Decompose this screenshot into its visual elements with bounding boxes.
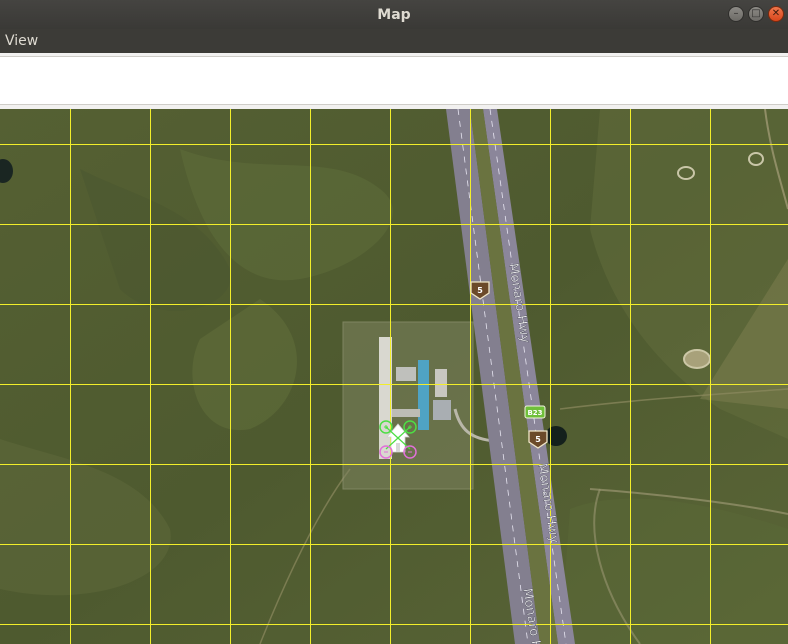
building (435, 369, 447, 397)
maximize-button[interactable]: □ (748, 6, 764, 22)
window-title: Map (377, 6, 411, 23)
window-controls: – □ ✕ (728, 6, 784, 22)
route-badge-label: B23 (527, 409, 542, 417)
menubar: View (0, 29, 788, 53)
building (433, 400, 451, 420)
minimize-icon: – (733, 8, 739, 19)
highway-shield-number: 5 (535, 435, 541, 444)
window-titlebar[interactable]: Map – □ ✕ (0, 0, 788, 29)
toolbar-area (0, 53, 788, 108)
toolbar-panel (0, 56, 788, 105)
hangar-building (418, 360, 429, 430)
airfield-compound (342, 321, 474, 490)
menu-view[interactable]: View (0, 33, 43, 49)
close-icon: ✕ (771, 8, 781, 19)
apron (392, 409, 420, 417)
dam-ring (683, 349, 711, 369)
highway-shield-number: 5 (477, 286, 483, 295)
map-canvas[interactable]: 5 5 B23 Monaro Hwy Monaro Hwy Monaro H (0, 109, 788, 644)
building (396, 367, 416, 381)
route-badge: B23 (524, 405, 546, 419)
minimize-button[interactable]: – (728, 6, 744, 22)
maximize-icon: □ (751, 8, 761, 19)
map-view[interactable]: 5 5 B23 Monaro Hwy Monaro Hwy Monaro H (0, 109, 788, 644)
close-button[interactable]: ✕ (768, 6, 784, 22)
dam (545, 426, 567, 446)
